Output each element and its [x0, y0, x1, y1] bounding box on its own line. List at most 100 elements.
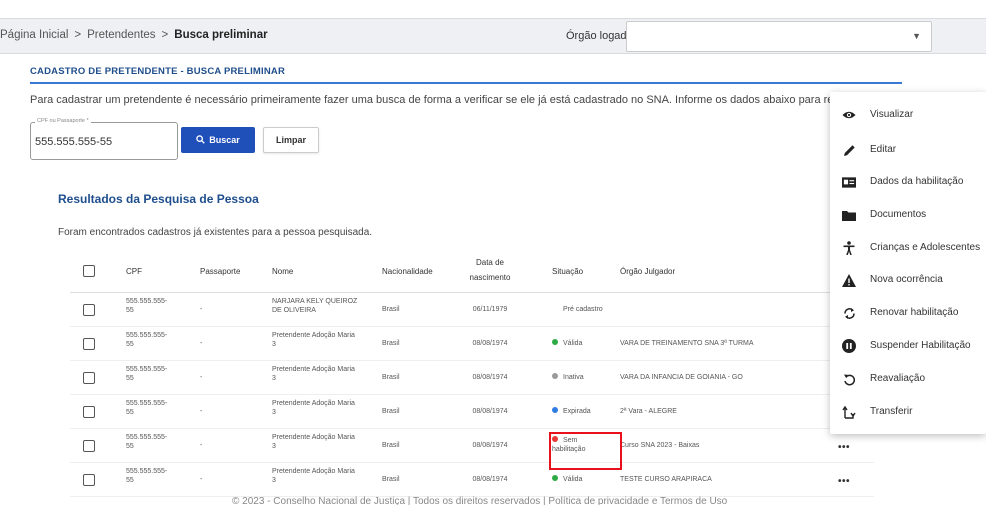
row-checkbox[interactable]	[83, 474, 95, 486]
menu-item-nova-ocorrencia[interactable]: Nova ocorrência	[830, 264, 986, 296]
chevron-down-icon: ▼	[912, 31, 921, 41]
row-checkbox[interactable]	[83, 304, 95, 316]
cpf-field-label: CPF ou Passaporte *	[35, 118, 91, 124]
top-bar: Página Inicial > Pretendentes > Busca prelim…	[0, 18, 986, 54]
table-body: 555.555.555- 55 - NARJARA KELY QUEIROZ DE OL…	[70, 293, 874, 497]
row-checkbox[interactable]	[83, 440, 95, 452]
buscar-label: Buscar	[209, 135, 240, 145]
row-checkbox[interactable]	[83, 372, 95, 384]
row-checkbox[interactable]	[83, 338, 95, 350]
table-row: 555.555.555- 55 - Pretendente Adoção Maria 3…	[70, 327, 874, 361]
breadcrumb-separator: >	[74, 29, 82, 41]
breadcrumb-pretendentes[interactable]: Pretendentes	[87, 29, 155, 41]
table-row: 555.555.555- 55 - Pretendente Adoção Maria 3…	[70, 463, 874, 497]
orgao-cell: TESTE CURSO ARAPIRACA	[620, 476, 712, 483]
select-all-checkbox[interactable]	[83, 265, 95, 277]
buscar-button[interactable]: Buscar	[181, 127, 255, 153]
menu-item-renovar[interactable]: Renovar habilitação	[830, 297, 986, 329]
header-data-nascimento: Data de nascimento	[469, 258, 511, 283]
intro-text: Para cadastrar um pretendente é necessár…	[30, 94, 920, 106]
breadcrumb-home[interactable]: Página Inicial	[0, 29, 68, 41]
nome-cell: Pretendente Adoção Maria 3	[272, 468, 355, 485]
cpf-cell: 555.555.555- 55	[126, 468, 168, 485]
table-row: 555.555.555- 55 - Pretendente Adoção Maria 3…	[70, 361, 874, 395]
undo-icon	[842, 372, 856, 386]
orgao-logado-label: Órgão logado	[566, 30, 633, 42]
passaporte-cell: -	[200, 340, 203, 347]
breadcrumb: Página Inicial > Pretendentes > Busca prelim…	[0, 29, 268, 41]
row-checkbox[interactable]	[83, 406, 95, 418]
results-title: Resultados da Pesquisa de Pessoa	[58, 192, 259, 206]
orgao-cell: VARA DE TREINAMENTO SNA 3ª TURMA	[620, 340, 754, 347]
header-passaporte: Passaporte	[200, 267, 241, 276]
situacao-cell: Expirada	[552, 407, 591, 416]
nacionalidade-cell: Brasil	[382, 306, 400, 313]
row-actions-button[interactable]: •••	[838, 476, 850, 487]
orgao-cell: 2ª Vara - ALEGRE	[620, 408, 677, 415]
nacionalidade-cell: Brasil	[382, 340, 400, 347]
menu-item-criancas[interactable]: Crianças e Adolescentes	[830, 232, 986, 264]
header-orgao-julgador: Órgão Julgador	[620, 267, 676, 276]
menu-item-dados-habilitacao[interactable]: Dados da habilitação	[830, 166, 986, 198]
passaporte-cell: -	[200, 306, 203, 313]
header-cpf: CPF	[126, 267, 142, 276]
nacionalidade-cell: Brasil	[382, 442, 400, 449]
table-row: 555.555.555- 55 - Pretendente Adoção Maria 3…	[70, 429, 874, 463]
row-actions-button[interactable]: •••	[838, 442, 850, 453]
table-header: CPF Passaporte Nome Nacionalidade Data d…	[70, 249, 874, 293]
nascimento-cell: 08/08/1974	[472, 408, 508, 415]
actions-context-menu: Visualizar Editar Dados da habilitação D…	[830, 92, 986, 434]
cpf-cell: 555.555.555- 55	[126, 400, 168, 417]
table-row: 555.555.555- 55 - Pretendente Adoção Maria 3…	[70, 395, 874, 429]
search-icon	[196, 135, 205, 144]
menu-item-editar[interactable]: Editar	[830, 134, 986, 166]
nascimento-cell: 08/08/1974	[472, 442, 508, 449]
menu-item-visualizar[interactable]: Visualizar	[830, 99, 986, 131]
section-title: CADASTRO DE PRETENDENTE - BUSCA PRELIMIN…	[30, 66, 286, 77]
nacionalidade-cell: Brasil	[382, 374, 400, 381]
footer: © 2023 - Conselho Nacional de Justiça | …	[232, 496, 728, 505]
nascimento-cell: 06/11/1979	[472, 306, 508, 313]
table-row: 555.555.555- 55 - NARJARA KELY QUEIROZ DE OL…	[70, 293, 874, 327]
situacao-cell: Válida	[552, 475, 582, 484]
nascimento-cell: 08/08/1974	[472, 340, 508, 347]
status-dot-icon	[552, 373, 558, 379]
warning-icon	[842, 273, 856, 287]
menu-item-documentos[interactable]: Documentos	[830, 199, 986, 231]
breadcrumb-separator: >	[161, 29, 169, 41]
breadcrumb-current: Busca preliminar	[174, 29, 268, 41]
header-nome: Nome	[272, 267, 294, 276]
header-nacionalidade: Nacionalidade	[382, 267, 433, 276]
orgao-logado-select[interactable]: ▼	[626, 21, 932, 52]
pencil-icon	[842, 143, 856, 157]
nacionalidade-cell: Brasil	[382, 476, 400, 483]
menu-item-reavaliacao[interactable]: Reavaliação	[830, 363, 986, 395]
child-icon	[842, 241, 856, 255]
passaporte-cell: -	[200, 408, 203, 415]
status-dot-icon	[552, 407, 558, 413]
nome-cell: NARJARA KELY QUEIROZ DE OLIVEIRA	[272, 298, 358, 315]
menu-item-transferir[interactable]: Transferir	[830, 396, 986, 428]
cpf-cell: 555.555.555- 55	[126, 298, 168, 315]
passaporte-cell: -	[200, 476, 203, 483]
situacao-cell: Pré cadastro	[563, 306, 603, 313]
menu-item-suspender[interactable]: Suspender Habilitação	[830, 330, 986, 362]
passaporte-cell: -	[200, 374, 203, 381]
status-dot-icon	[552, 339, 558, 345]
results-table: CPF Passaporte Nome Nacionalidade Data d…	[70, 249, 874, 497]
nacionalidade-cell: Brasil	[382, 408, 400, 415]
cpf-cell: 555.555.555- 55	[126, 366, 168, 383]
situacao-cell: Válida	[552, 339, 582, 348]
nome-cell: Pretendente Adoção Maria 3	[272, 400, 355, 417]
cpf-field[interactable]: CPF ou Passaporte * 555.555.555-55	[30, 118, 178, 160]
orgao-cell: Curso SNA 2023 - Baixas	[620, 442, 700, 449]
nome-cell: Pretendente Adoção Maria 3	[272, 434, 355, 451]
cpf-field-value: 555.555.555-55	[35, 136, 113, 148]
header-situacao: Situação	[552, 267, 584, 276]
nome-cell: Pretendente Adoção Maria 3	[272, 332, 355, 349]
cpf-cell: 555.555.555- 55	[126, 332, 168, 349]
folder-icon	[842, 208, 856, 222]
limpar-button[interactable]: Limpar	[263, 127, 319, 153]
highlight-box	[549, 432, 622, 470]
section-divider	[30, 82, 902, 84]
